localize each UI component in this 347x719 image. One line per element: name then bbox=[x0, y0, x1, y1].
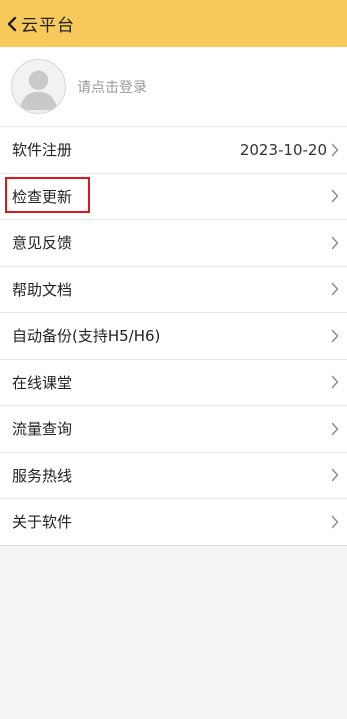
chevron-right-icon bbox=[331, 422, 339, 436]
menu-item-about[interactable]: 关于软件 bbox=[0, 499, 347, 546]
page-title: 云平台 bbox=[21, 16, 75, 36]
menu-item-label: 软件注册 bbox=[12, 141, 73, 160]
menu-item-label: 关于软件 bbox=[12, 513, 73, 532]
menu-item-auto-backup[interactable]: 自动备份(支持H5/H6) bbox=[0, 313, 347, 360]
chevron-left-icon bbox=[6, 16, 18, 32]
chevron-right-icon bbox=[331, 282, 339, 296]
login-prompt: 请点击登录 bbox=[77, 79, 147, 96]
menu-item-label: 流量查询 bbox=[12, 420, 73, 439]
user-avatar-icon bbox=[11, 59, 66, 114]
menu-item-service-hotline[interactable]: 服务热线 bbox=[0, 453, 347, 499]
chevron-right-icon bbox=[331, 515, 339, 529]
settings-menu: 软件注册 2023-10-20 检查更新 意见反馈 帮助文档 自动备份(支持H5… bbox=[0, 127, 347, 546]
registration-date: 2023-10-20 bbox=[239, 140, 327, 159]
profile-login-row[interactable]: 请点击登录 bbox=[0, 47, 347, 127]
menu-item-check-update[interactable]: 检查更新 bbox=[0, 174, 347, 220]
app-screen: 云平台 请点击登录 软件注册 2023-10-20 检查更新 意见反馈 帮助文档… bbox=[0, 0, 347, 719]
menu-item-help-docs[interactable]: 帮助文档 bbox=[0, 267, 347, 313]
chevron-right-icon bbox=[331, 143, 339, 157]
menu-item-data-usage[interactable]: 流量查询 bbox=[0, 406, 347, 453]
menu-item-online-class[interactable]: 在线课堂 bbox=[0, 360, 347, 406]
chevron-right-icon bbox=[331, 236, 339, 250]
chevron-right-icon bbox=[331, 329, 339, 343]
menu-item-feedback[interactable]: 意见反馈 bbox=[0, 220, 347, 267]
menu-item-label: 在线课堂 bbox=[12, 373, 73, 392]
menu-item-label: 帮助文档 bbox=[12, 280, 73, 299]
chevron-right-icon bbox=[331, 468, 339, 482]
chevron-right-icon bbox=[331, 189, 339, 203]
top-bar: 云平台 bbox=[0, 0, 347, 47]
back-button[interactable]: 云平台 bbox=[6, 0, 75, 47]
menu-item-software-registration[interactable]: 软件注册 2023-10-20 bbox=[0, 127, 347, 174]
menu-item-right: 2023-10-20 bbox=[240, 141, 339, 159]
chevron-right-icon bbox=[331, 375, 339, 389]
menu-item-label: 服务热线 bbox=[12, 466, 73, 485]
menu-item-label: 意见反馈 bbox=[12, 234, 73, 253]
highlight-box bbox=[5, 176, 90, 213]
menu-item-label: 自动备份(支持H5/H6) bbox=[12, 327, 161, 346]
